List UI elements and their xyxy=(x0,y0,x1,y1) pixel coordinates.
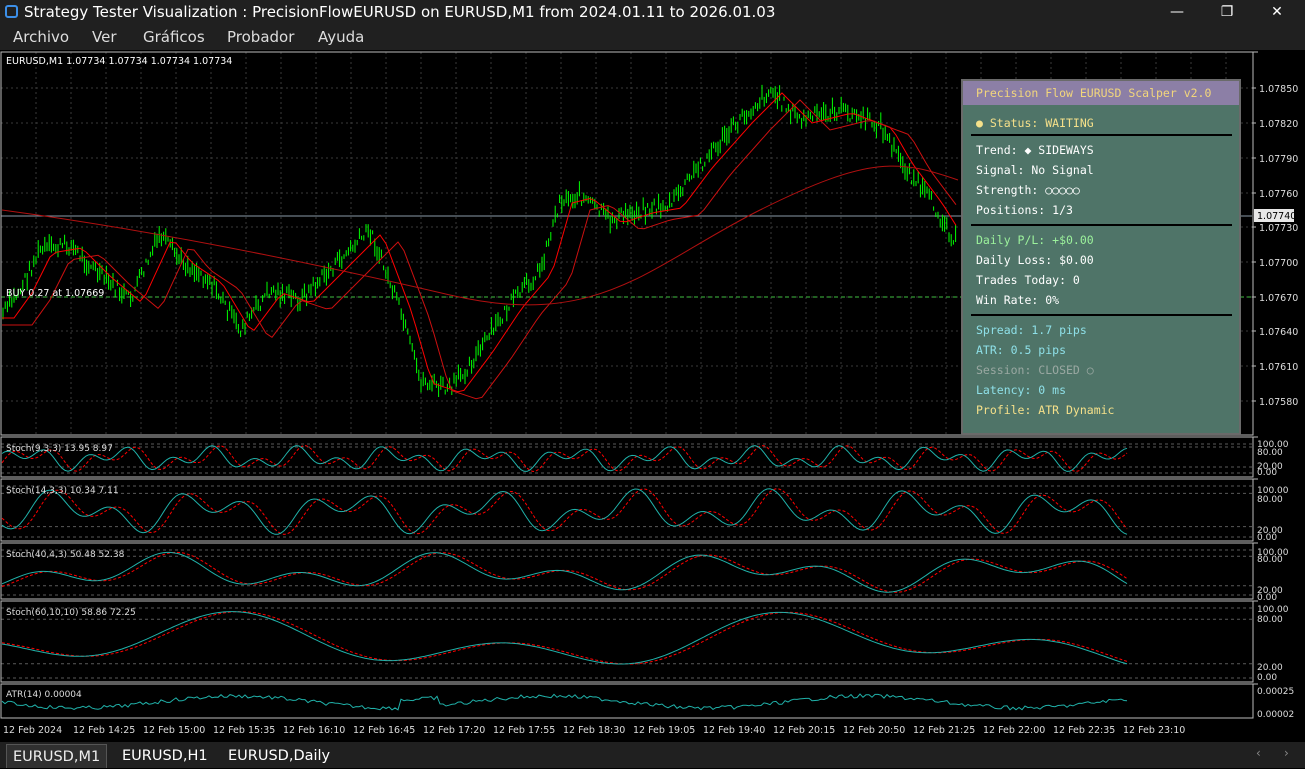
time-tick: 12 Feb 22:00 xyxy=(983,725,1045,736)
menu-ayuda[interactable]: Ayuda xyxy=(318,28,364,46)
menu-ver[interactable]: Ver xyxy=(92,28,117,46)
price-tick: 1.07730 xyxy=(1259,223,1298,234)
atr-label: ATR(14) 0.00004 xyxy=(6,690,82,700)
level-label: 0.00 xyxy=(1257,468,1277,478)
time-tick: 12 Feb 23:10 xyxy=(1123,725,1185,736)
close-button[interactable]: ✕ xyxy=(1254,0,1300,24)
medium-ma-line xyxy=(2,99,957,400)
stoch-40-label: Stoch(40,4,3) 50.48 52.38 xyxy=(6,550,125,560)
time-tick: 12 Feb 2024 xyxy=(3,725,62,736)
panel-divider xyxy=(971,224,1232,226)
spread-text: Spread: 1.7 pips xyxy=(976,323,1087,337)
time-tick: 12 Feb 21:25 xyxy=(913,725,975,736)
pane-border xyxy=(0,542,1254,600)
level-label: 80.00 xyxy=(1257,555,1283,565)
order-label: BUY 0.27 at 1.07669 xyxy=(6,288,104,299)
price-tick: 1.07670 xyxy=(1259,293,1298,304)
time-tick: 12 Feb 17:55 xyxy=(493,725,555,736)
tab-eurusd-m1[interactable]: EURUSD,M1 xyxy=(6,744,108,768)
menu-graficos[interactable]: Gráficos xyxy=(143,28,205,46)
stoch-14-main-line xyxy=(1,488,1128,535)
status-text: ● Status: WAITING xyxy=(976,116,1094,130)
price-tick: 1.07760 xyxy=(1259,189,1298,200)
price-tick: 1.07610 xyxy=(1259,362,1298,373)
level-label: 0.00025 xyxy=(1257,687,1294,697)
time-tick: 12 Feb 20:15 xyxy=(773,725,835,736)
strength-text: Strength: ○○○○○ xyxy=(976,183,1080,197)
time-tick: 12 Feb 14:25 xyxy=(73,725,135,736)
positions-text: Positions: 1/3 xyxy=(976,203,1073,217)
chart-area[interactable]: EURUSD,M1 1.07734 1.07734 1.07734 1.0773… xyxy=(0,50,1305,742)
level-label: 80.00 xyxy=(1257,615,1283,625)
price-tick: 1.07790 xyxy=(1259,154,1298,165)
trend-text: Trend: ◆ SIDEWAYS xyxy=(976,143,1094,157)
daily-pl-text: Daily P/L: +$0.00 xyxy=(976,233,1094,247)
time-tick: 12 Feb 19:40 xyxy=(703,725,765,736)
minimize-button[interactable]: — xyxy=(1154,0,1200,24)
daily-loss-text: Daily Loss: $0.00 xyxy=(976,253,1094,267)
level-label: 80.00 xyxy=(1257,448,1283,458)
tab-eurusd-h1[interactable]: EURUSD,H1 xyxy=(116,744,214,768)
time-tick: 12 Feb 18:30 xyxy=(563,725,625,736)
scroll-left-icon[interactable]: ‹ xyxy=(1256,746,1261,760)
price-tick: 1.07820 xyxy=(1259,119,1298,130)
level-label: 0.00 xyxy=(1257,673,1277,683)
slow-ma-line xyxy=(1,165,959,306)
fast-ma-line xyxy=(2,92,957,393)
maximize-button[interactable]: ❐ xyxy=(1204,0,1250,24)
level-label: 0.00002 xyxy=(1257,710,1294,720)
current-price-label: 1.07740 xyxy=(1257,211,1296,222)
menu-probador[interactable]: Probador xyxy=(227,28,294,46)
scroll-right-icon[interactable]: › xyxy=(1284,746,1289,760)
latency-text: Latency: 0 ms xyxy=(976,383,1067,397)
stoch-60-label: Stoch(60,10,10) 58.86 72.25 xyxy=(6,608,136,618)
level-label: 20.00 xyxy=(1257,663,1283,673)
time-tick: 12 Feb 17:20 xyxy=(423,725,485,736)
level-label: 100.00 xyxy=(1257,605,1289,615)
signal-text: Signal: No Signal xyxy=(976,163,1094,177)
time-tick: 12 Feb 20:50 xyxy=(843,725,905,736)
chart-header: EURUSD,M1 1.07734 1.07734 1.07734 1.0773… xyxy=(6,56,232,67)
time-tick: 12 Feb 16:10 xyxy=(283,725,345,736)
pane-border xyxy=(0,683,1254,719)
stoch-14-label: Stoch(14,3,3) 10.34 7.11 xyxy=(6,486,119,496)
menu-bar: Archivo Ver Gráficos Probador Ayuda xyxy=(0,24,1305,50)
price-tick: 1.07580 xyxy=(1259,397,1298,408)
level-label: 0.00 xyxy=(1257,593,1277,603)
level-label: 80.00 xyxy=(1257,495,1283,505)
time-tick: 12 Feb 16:45 xyxy=(353,725,415,736)
app-icon xyxy=(5,5,18,18)
chart-tab-bar: EURUSD,M1 EURUSD,H1 EURUSD,Daily ‹ › xyxy=(0,742,1305,768)
atr-line xyxy=(1,693,1128,711)
menu-archivo[interactable]: Archivo xyxy=(13,28,69,46)
panel-divider xyxy=(971,314,1232,316)
ea-info-panel: Precision Flow EURUSD Scalper v2.0 ● Sta… xyxy=(961,79,1241,435)
level-label: 0.00 xyxy=(1257,533,1277,543)
pane-border xyxy=(0,600,1254,683)
panel-title: Precision Flow EURUSD Scalper v2.0 xyxy=(963,81,1239,105)
win-rate-text: Win Rate: 0% xyxy=(976,293,1060,307)
trades-today-text: Trades Today: 0 xyxy=(976,273,1080,287)
session-text: Session: CLOSED ○ xyxy=(976,363,1094,377)
window-title: Strategy Tester Visualization : Precisio… xyxy=(24,3,776,21)
time-tick: 12 Feb 19:05 xyxy=(633,725,695,736)
stoch-14-signal-line xyxy=(1,488,1128,535)
title-bar: Strategy Tester Visualization : Precisio… xyxy=(0,0,1305,24)
price-tick: 1.07640 xyxy=(1259,327,1298,338)
time-tick: 12 Feb 15:35 xyxy=(213,725,275,736)
price-tick: 1.07700 xyxy=(1259,258,1298,269)
tab-eurusd-daily[interactable]: EURUSD,Daily xyxy=(222,744,336,768)
stoch-9-label: Stoch(9,3,3) 13.95 8.97 xyxy=(6,444,113,454)
profile-text: Profile: ATR Dynamic xyxy=(976,403,1115,417)
panel-divider xyxy=(971,134,1232,136)
time-tick: 12 Feb 22:35 xyxy=(1053,725,1115,736)
time-tick: 12 Feb 15:00 xyxy=(143,725,205,736)
price-tick: 1.07850 xyxy=(1259,84,1298,95)
atr-text: ATR: 0.5 pips xyxy=(976,343,1067,357)
stoch-9-main-line xyxy=(1,445,1128,472)
